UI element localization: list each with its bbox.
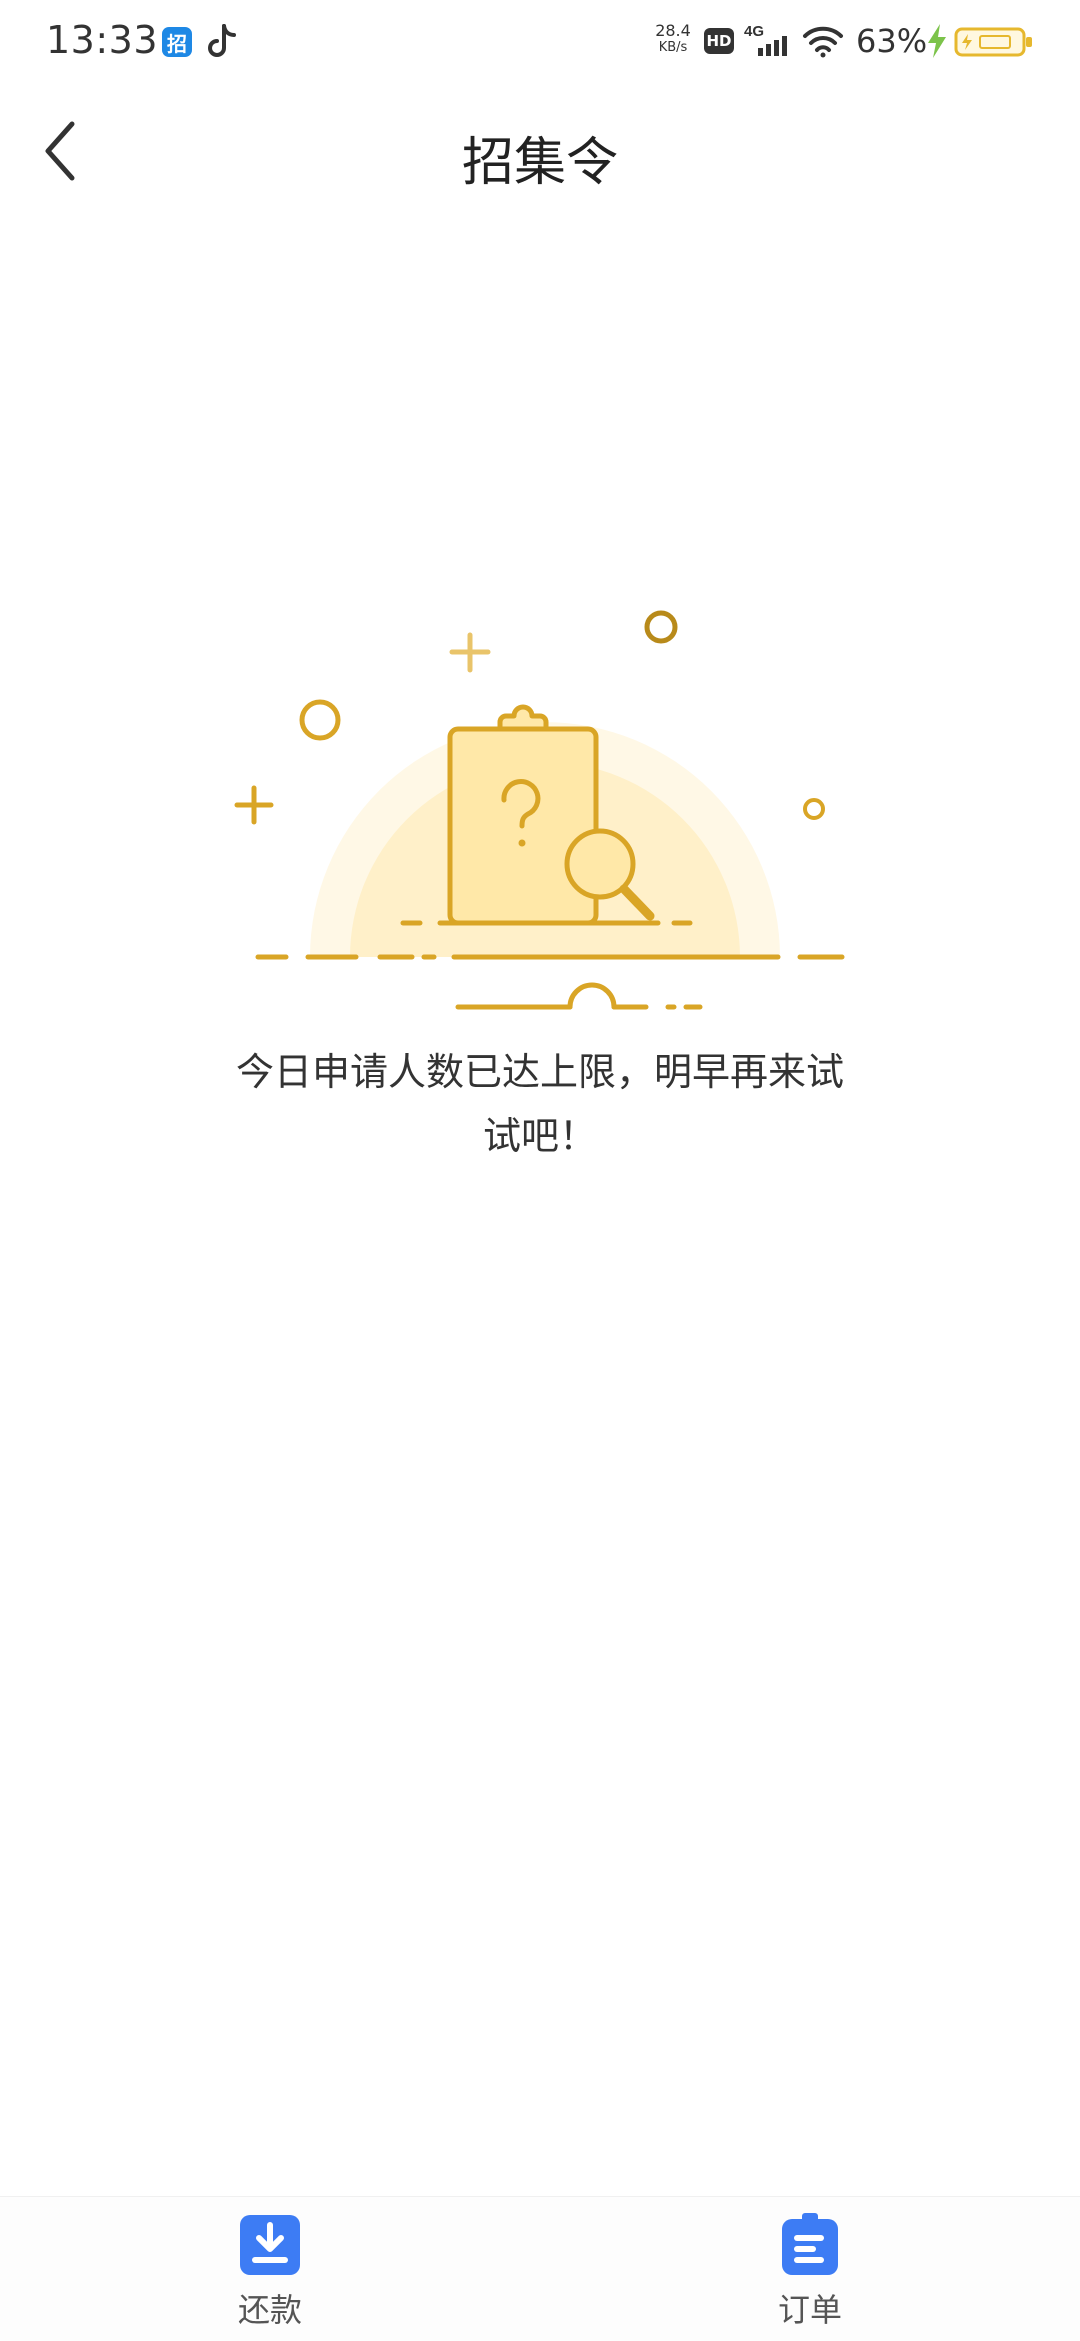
tiktok-icon bbox=[208, 24, 236, 57]
bottom-tab-bar: 还款 订单 bbox=[0, 2196, 1080, 2341]
clipboard-list-icon bbox=[782, 2213, 838, 2275]
tab-orders-label: 订单 bbox=[777, 2291, 842, 2329]
download-tray-icon bbox=[240, 2215, 300, 2275]
battery-percent: 63% bbox=[856, 22, 928, 60]
clipboard-search-icon bbox=[234, 610, 845, 1010]
tab-repay[interactable]: 还款 bbox=[170, 2213, 370, 2333]
battery-icon bbox=[954, 27, 1032, 57]
zhao-app-icon: 招 bbox=[162, 27, 192, 57]
wifi-icon bbox=[803, 26, 843, 58]
page-title: 招集令 bbox=[461, 133, 618, 193]
network-speed: 28.4 KB/s bbox=[648, 22, 698, 56]
charging-bolt-icon bbox=[928, 24, 946, 58]
status-time: 13:33 bbox=[46, 18, 159, 62]
hd-icon: HD bbox=[704, 28, 734, 54]
status-bar: 13:33 招 28.4 KB/s HD 4G 63% bbox=[0, 0, 1080, 84]
network-speed-unit: KB/s bbox=[658, 40, 688, 55]
signal-4g-icon: 4G bbox=[744, 23, 787, 56]
network-type-label: 4G bbox=[744, 23, 764, 40]
empty-state-message: 今日申请人数已达上限，明早再来试试吧！ bbox=[235, 1050, 844, 1158]
tab-repay-label: 还款 bbox=[237, 2291, 302, 2329]
network-speed-value: 28.4 bbox=[655, 21, 691, 40]
tab-orders[interactable]: 订单 bbox=[710, 2213, 910, 2333]
top-app-bar: 招集令 bbox=[0, 92, 1080, 210]
